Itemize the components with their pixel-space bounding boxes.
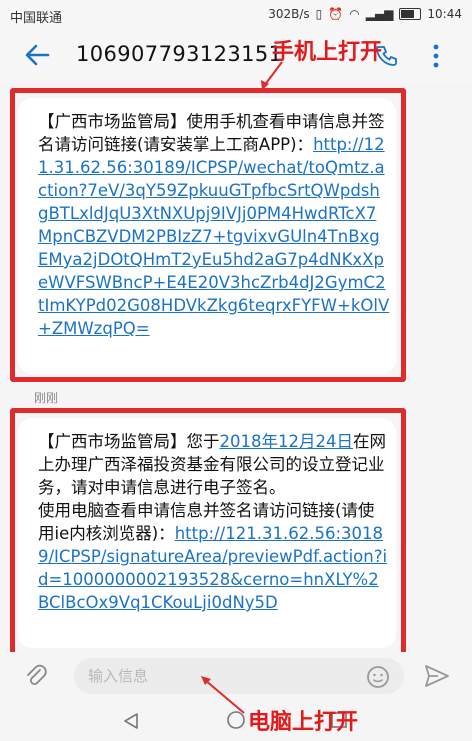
emoji-icon[interactable] bbox=[366, 665, 390, 689]
message-input[interactable] bbox=[74, 658, 404, 694]
attachment-icon[interactable] bbox=[24, 664, 48, 688]
signal-icon: ▂▄▆ bbox=[365, 7, 394, 21]
vibrate-icon: ▯ bbox=[315, 7, 323, 21]
clock: 10:44 bbox=[427, 7, 462, 21]
more-options-icon[interactable] bbox=[430, 42, 442, 70]
status-bar: 中国联通 302B/s ▯ ⏰ ◠ ▂▄▆ 10:44 bbox=[0, 0, 472, 30]
system-nav-bar bbox=[0, 700, 472, 741]
sender-number: 106907793123151 bbox=[76, 42, 283, 66]
alarm-icon: ⏰ bbox=[328, 7, 344, 21]
conversation-header: 106907793123151 bbox=[0, 30, 472, 82]
nav-home-icon[interactable] bbox=[226, 710, 246, 730]
nav-back-icon[interactable] bbox=[122, 712, 140, 730]
send-icon[interactable] bbox=[424, 664, 450, 688]
status-bar-right: 302B/s ▯ ⏰ ◠ ▂▄▆ 10:44 bbox=[268, 6, 462, 22]
carrier-label: 中国联通 bbox=[10, 11, 63, 26]
highlight-box-computer bbox=[10, 408, 406, 673]
battery-icon bbox=[399, 8, 422, 20]
back-arrow-icon[interactable] bbox=[22, 40, 52, 70]
annotation-open-on-phone: 手机上打开 bbox=[272, 40, 383, 65]
net-speed: 302B/s bbox=[268, 7, 310, 21]
annotation-open-on-computer: 电脑上打开 bbox=[248, 710, 359, 735]
message-timestamp: 刚刚 bbox=[34, 391, 59, 405]
message-composer bbox=[0, 652, 472, 700]
wifi-icon: ◠ bbox=[349, 7, 360, 21]
highlight-box-phone bbox=[10, 88, 406, 382]
